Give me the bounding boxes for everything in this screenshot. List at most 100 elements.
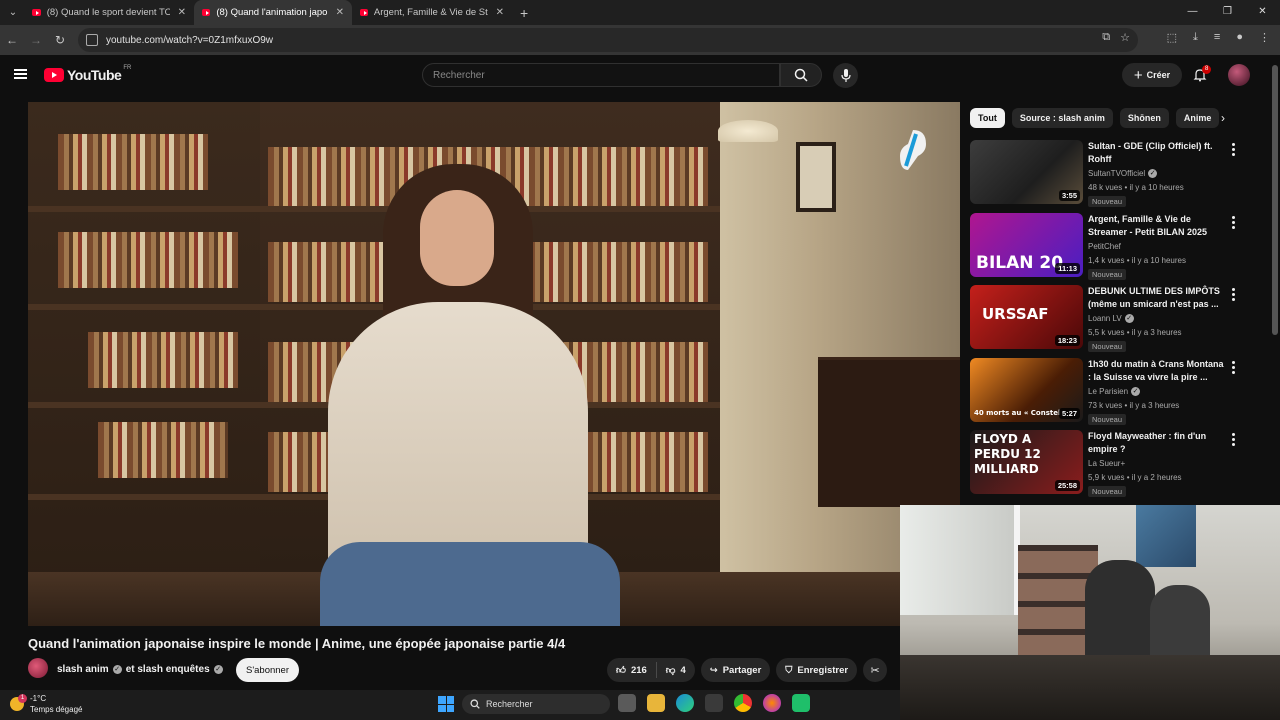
video-thumbnail[interactable]: 40 morts au « Constel 5:27 — [970, 357, 1083, 422]
webcam-scene-poster — [1136, 505, 1196, 567]
extensions-icon[interactable]: ⬚ — [1167, 31, 1177, 44]
install-app-icon[interactable]: ⧉ — [1102, 31, 1110, 44]
recommendation-title[interactable]: Floyd Mayweather : fin d'un empire ? — [1088, 430, 1226, 456]
video-player[interactable] — [28, 102, 960, 626]
recommendation-meta: 73 k vues • il y a 3 heures — [1088, 400, 1180, 410]
back-arrow-icon[interactable]: ← — [0, 33, 24, 47]
subscribe-button[interactable]: S'abonner — [236, 658, 299, 682]
video-title: Quand l'animation japonaise inspire le m… — [28, 636, 566, 651]
recommendation-channel[interactable]: PetitChef — [1088, 242, 1121, 251]
recommendation-item[interactable]: FLOYD A PERDU 12 MILLIARD 25:58 Floyd Ma… — [970, 430, 1245, 503]
reload-icon[interactable]: ↻ — [48, 33, 72, 47]
close-window-button[interactable]: ✕ — [1245, 0, 1280, 25]
like-button[interactable]: 👍︎ 216 — [607, 664, 656, 677]
youtube-favicon-icon — [360, 9, 368, 16]
recommendation-item[interactable]: 3:55 Sultan - GDE (Clip Officiel) ft. Ro… — [970, 140, 1245, 213]
recommendation-channel[interactable]: La Sueur+ — [1088, 459, 1125, 468]
edge-icon[interactable] — [676, 694, 694, 712]
close-icon[interactable]: ✕ — [496, 7, 504, 18]
thumbnail-text: FLOYD A PERDU 12 MILLIARD — [974, 432, 1041, 476]
more-options-icon[interactable] — [1229, 433, 1237, 447]
verified-check-icon: ✓ — [1148, 169, 1158, 178]
close-icon[interactable]: ✕ — [178, 7, 186, 18]
minimize-button[interactable]: — — [1175, 0, 1210, 25]
firefox-icon[interactable] — [763, 694, 781, 712]
recommendation-channel-name: SultanTVOfficiel — [1088, 169, 1146, 178]
video-thumbnail[interactable]: FLOYD A PERDU 12 MILLIARD 25:58 — [970, 430, 1083, 494]
search-button[interactable] — [780, 63, 822, 87]
store-icon[interactable] — [705, 694, 723, 712]
hamburger-menu-icon[interactable] — [14, 69, 27, 79]
account-avatar[interactable] — [1228, 64, 1250, 86]
file-explorer-icon[interactable] — [647, 694, 665, 712]
more-options-icon[interactable] — [1229, 143, 1237, 157]
new-badge: Nouveau — [1088, 268, 1127, 280]
notification-count-badge: 8 — [1202, 65, 1212, 74]
video-thumbnail[interactable]: URSSAF 18:23 — [970, 285, 1083, 349]
taskbar-search[interactable]: Rechercher — [462, 694, 610, 714]
create-label: Créer — [1146, 70, 1171, 80]
chip-source[interactable]: Source : slash anim — [1011, 108, 1113, 128]
chip-shonen[interactable]: Shōnen — [1119, 108, 1169, 128]
recommendation-item[interactable]: BILAN 20 11:13 Argent, Famille & Vie de … — [970, 212, 1245, 286]
channel-joiner-link[interactable]: et slash enquêtes — [126, 664, 210, 675]
search-icon — [794, 68, 808, 82]
more-options-icon[interactable] — [1229, 360, 1237, 375]
chip-tout[interactable]: Tout — [970, 108, 1005, 128]
tab-animation[interactable]: (8) Quand l'animation japonaise ✕ — [194, 0, 352, 25]
scrollbar-thumb[interactable] — [1272, 65, 1278, 335]
chevron-right-icon[interactable]: › — [1213, 108, 1233, 128]
profile-icon[interactable]: ● — [1236, 31, 1243, 44]
recommendation-meta: 5,9 k vues • il y a 2 heures — [1088, 473, 1182, 482]
android-app-icon[interactable] — [792, 694, 810, 712]
address-bar: ← → ↻ youtube.com/watch?v=0Z1mfxuxO9w ⧉ … — [0, 25, 1280, 55]
close-icon[interactable]: ✕ — [336, 7, 344, 18]
recommendation-title[interactable]: 1h30 du matin à Crans Montana : la Suiss… — [1088, 358, 1226, 384]
tab-search-icon[interactable]: ⌄ — [2, 2, 24, 24]
weather-widget[interactable]: 1 -1°C Temps dégagé — [10, 693, 82, 715]
recommendation-title[interactable]: Argent, Famille & Vie de Streamer - Peti… — [1088, 213, 1226, 239]
url-field[interactable]: youtube.com/watch?v=0Z1mfxuxO9w ⧉ ☆ — [78, 28, 1138, 52]
task-view-icon[interactable] — [618, 694, 636, 712]
tab-streamer[interactable]: Argent, Famille & Vie de Streamer ✕ — [352, 0, 512, 25]
recommendation-channel[interactable]: SultanTVOfficiel ✓ — [1088, 169, 1158, 178]
thumbs-up-icon: 👍︎ — [616, 665, 626, 676]
video-thumbnail[interactable]: 3:55 — [970, 140, 1083, 204]
windows-start-icon[interactable] — [438, 696, 454, 712]
video-thumbnail[interactable]: BILAN 20 11:13 — [970, 212, 1083, 277]
chrome-icon[interactable] — [734, 694, 752, 712]
video-scene-books — [58, 134, 208, 190]
dislike-button[interactable]: 👎︎ 4 — [657, 664, 695, 677]
forward-arrow-icon[interactable]: → — [24, 33, 48, 47]
recommendation-channel[interactable]: Loann LV ✓ — [1088, 314, 1134, 323]
recommendation-title[interactable]: DEBUNK ULTIME DES IMPÔTS (même un smicar… — [1088, 285, 1226, 311]
share-button[interactable]: ↪ Partager — [700, 658, 771, 682]
download-icon[interactable]: ⤓ — [1193, 31, 1198, 44]
new-tab-button[interactable]: + — [520, 5, 528, 21]
more-options-icon[interactable] — [1229, 215, 1237, 230]
recommendation-item[interactable]: 40 morts au « Constel 5:27 1h30 du matin… — [970, 357, 1245, 431]
recommendation-channel[interactable]: Le Parisien ✓ — [1088, 386, 1141, 396]
bookmark-star-icon[interactable]: ☆ — [1120, 31, 1130, 44]
tab-sport[interactable]: (8) Quand le sport devient TOXIC ✕ — [24, 0, 194, 25]
create-button[interactable]: + Créer — [1122, 63, 1182, 87]
channel-watermark-icon[interactable] — [896, 128, 930, 172]
more-options-icon[interactable] — [1229, 288, 1237, 302]
media-icon[interactable]: ≡ — [1214, 31, 1220, 44]
maximize-button[interactable]: ❐ — [1210, 0, 1245, 25]
weather-badge: 1 — [18, 694, 27, 703]
menu-kebab-icon[interactable]: ⋮ — [1259, 31, 1270, 44]
channel-avatar[interactable] — [28, 658, 48, 678]
save-button[interactable]: ⛉ Enregistrer — [776, 658, 858, 682]
recommendation-title[interactable]: Sultan - GDE (Clip Officiel) ft. Rohff — [1088, 140, 1226, 166]
channel-info: slash anim ✓ et slash enquêtes ✓ — [57, 664, 223, 675]
youtube-logo[interactable]: YouTube FR — [44, 65, 131, 83]
recommendation-item[interactable]: URSSAF 18:23 DEBUNK ULTIME DES IMPÔTS (m… — [970, 285, 1245, 358]
search-input[interactable] — [433, 69, 733, 81]
filter-chips: Tout Source : slash anim Shōnen Anime — [970, 108, 1232, 128]
recommendation-channel-name: PetitChef — [1088, 241, 1121, 251]
clip-scissors-icon[interactable]: ✂ — [863, 658, 888, 682]
channel-name-link[interactable]: slash anim — [57, 664, 109, 675]
voice-search-button[interactable] — [833, 63, 858, 88]
site-info-icon[interactable] — [86, 34, 98, 46]
